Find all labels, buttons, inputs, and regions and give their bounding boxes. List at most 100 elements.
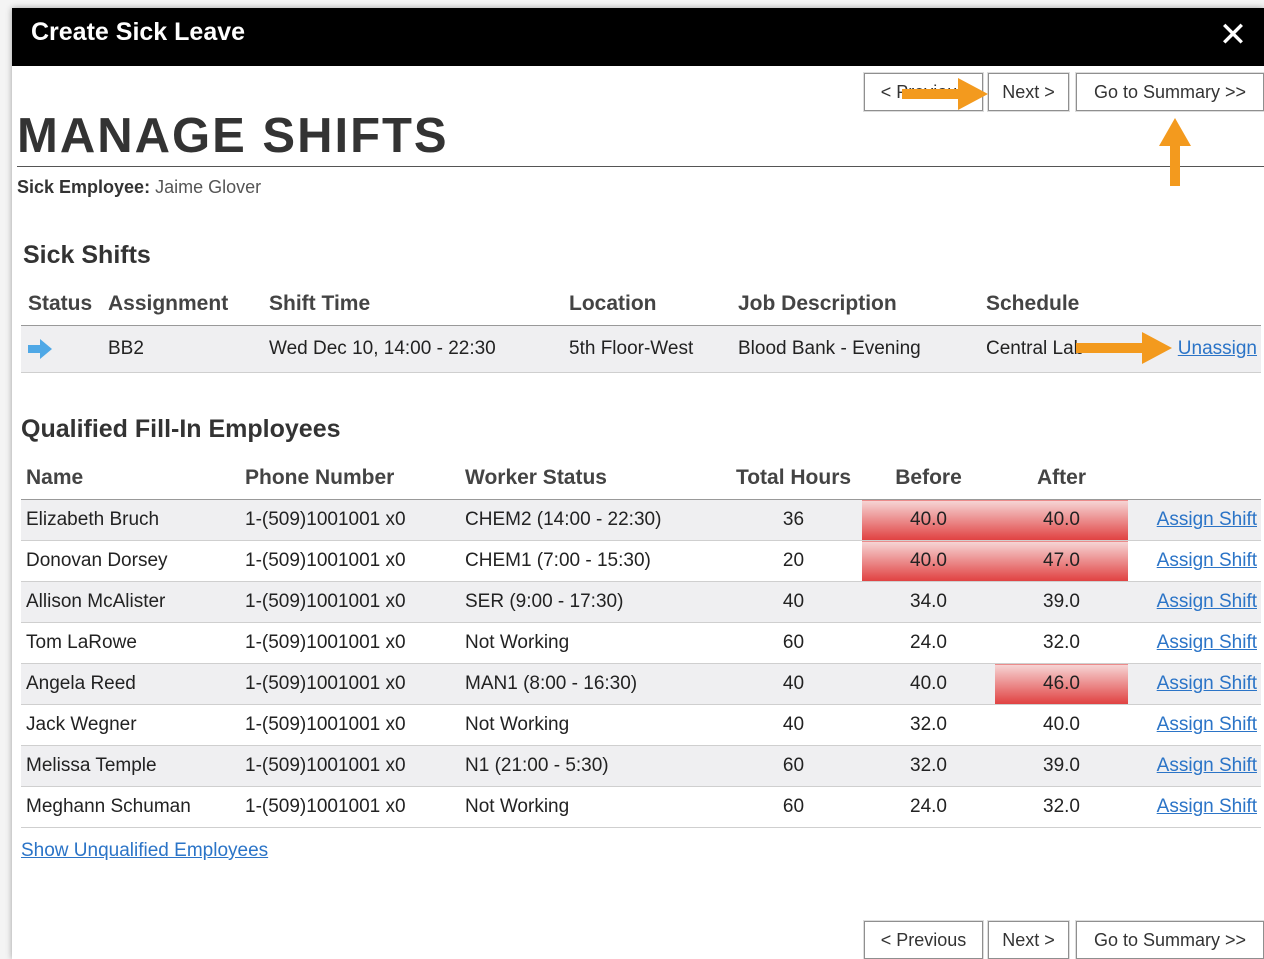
after-cell: 32.0	[995, 622, 1128, 664]
job-description-cell: Blood Bank - Evening	[738, 325, 986, 373]
action-cell: Assign Shift	[1128, 704, 1261, 746]
unassign-link[interactable]: Unassign	[1178, 338, 1257, 359]
worker-status-cell: Not Working	[465, 704, 725, 746]
show-unqualified-employees-link[interactable]: Show Unqualified Employees	[21, 840, 268, 862]
assignment-cell: BB2	[108, 325, 269, 373]
before-cell: 32.0	[862, 704, 995, 746]
assign-shift-link[interactable]: Assign Shift	[1157, 591, 1257, 612]
name-cell: Tom LaRowe	[21, 622, 245, 664]
table-row: Donovan Dorsey 1-(509)1001001 x0 CHEM1 (…	[21, 540, 1261, 582]
assign-shift-link[interactable]: Assign Shift	[1157, 550, 1257, 571]
go-to-summary-button-top[interactable]: Go to Summary >>	[1076, 73, 1264, 111]
title-divider	[17, 166, 1264, 167]
action-cell: Assign Shift	[1128, 540, 1261, 582]
sick-employee-name: Jaime Glover	[155, 177, 262, 197]
close-icon[interactable]: ✕	[1217, 17, 1249, 53]
page-title: MANAGE SHIFTS	[17, 109, 449, 163]
total-hours-cell: 40	[725, 581, 862, 623]
worker-status-cell: CHEM1 (7:00 - 15:30)	[465, 540, 725, 582]
assign-shift-link[interactable]: Assign Shift	[1157, 796, 1257, 817]
after-cell: 40.0	[995, 499, 1128, 541]
action-cell: Assign Shift	[1128, 622, 1261, 664]
before-cell: 34.0	[862, 581, 995, 623]
col-worker-status: Worker Status	[465, 457, 725, 500]
after-cell: 39.0	[995, 581, 1128, 623]
worker-status-cell: MAN1 (8:00 - 16:30)	[465, 663, 725, 705]
action-cell: Assign Shift	[1128, 581, 1261, 623]
worker-status-cell: Not Working	[465, 786, 725, 828]
phone-cell: 1-(509)1001001 x0	[245, 581, 465, 623]
annotation-arrow-right-icon	[902, 78, 988, 110]
next-button-top[interactable]: Next >	[988, 73, 1069, 111]
fill-in-table: Name Phone Number Worker Status Total Ho…	[21, 457, 1261, 828]
name-cell: Elizabeth Bruch	[21, 499, 245, 541]
before-cell: 24.0	[862, 622, 995, 664]
table-row: Allison McAlister 1-(509)1001001 x0 SER …	[21, 581, 1261, 623]
name-cell: Angela Reed	[21, 663, 245, 705]
assign-shift-link[interactable]: Assign Shift	[1157, 509, 1257, 530]
name-cell: Meghann Schuman	[21, 786, 245, 828]
worker-status-cell: SER (9:00 - 17:30)	[465, 581, 725, 623]
before-cell: 40.0	[862, 499, 995, 541]
fill-in-header-row: Name Phone Number Worker Status Total Ho…	[21, 457, 1261, 500]
col-status: Status	[21, 283, 108, 326]
phone-cell: 1-(509)1001001 x0	[245, 622, 465, 664]
action-cell: Assign Shift	[1128, 786, 1261, 828]
after-cell: 46.0	[995, 663, 1128, 705]
total-hours-cell: 20	[725, 540, 862, 582]
name-cell: Melissa Temple	[21, 745, 245, 787]
total-hours-cell: 60	[725, 786, 862, 828]
worker-status-cell: Not Working	[465, 622, 725, 664]
name-cell: Allison McAlister	[21, 581, 245, 623]
fill-in-heading: Qualified Fill-In Employees	[21, 415, 341, 443]
col-name: Name	[21, 457, 245, 500]
action-cell: Assign Shift	[1128, 499, 1261, 541]
table-row: Tom LaRowe 1-(509)1001001 x0 Not Working…	[21, 622, 1261, 664]
phone-cell: 1-(509)1001001 x0	[245, 663, 465, 705]
col-job-description: Job Description	[738, 283, 986, 326]
col-location: Location	[569, 283, 738, 326]
phone-cell: 1-(509)1001001 x0	[245, 499, 465, 541]
go-to-summary-button-bottom[interactable]: Go to Summary >>	[1076, 921, 1264, 959]
total-hours-cell: 40	[725, 704, 862, 746]
before-cell: 24.0	[862, 786, 995, 828]
phone-cell: 1-(509)1001001 x0	[245, 745, 465, 787]
status-cell	[21, 325, 108, 373]
sick-shifts-heading: Sick Shifts	[23, 241, 151, 269]
sick-employee-line: Sick Employee: Jaime Glover	[17, 177, 261, 198]
create-sick-leave-dialog: Create Sick Leave ✕ < Previous Next > Go…	[12, 8, 1264, 959]
total-hours-cell: 40	[725, 663, 862, 705]
sick-shifts-header-row: Status Assignment Shift Time Location Jo…	[21, 283, 1261, 326]
annotation-arrow-right-icon	[1076, 332, 1172, 364]
before-cell: 32.0	[862, 745, 995, 787]
name-cell: Jack Wegner	[21, 704, 245, 746]
after-cell: 40.0	[995, 704, 1128, 746]
col-schedule: Schedule	[986, 283, 1146, 326]
previous-button-bottom[interactable]: < Previous	[864, 921, 983, 959]
col-before: Before	[862, 457, 995, 500]
action-cell: Assign Shift	[1128, 745, 1261, 787]
col-shift-time: Shift Time	[269, 283, 569, 326]
col-action	[1146, 283, 1261, 326]
assign-shift-link[interactable]: Assign Shift	[1157, 714, 1257, 735]
after-cell: 39.0	[995, 745, 1128, 787]
col-assignment: Assignment	[108, 283, 269, 326]
assign-shift-link[interactable]: Assign Shift	[1157, 755, 1257, 776]
assign-shift-link[interactable]: Assign Shift	[1157, 632, 1257, 653]
sick-employee-label: Sick Employee:	[17, 177, 151, 197]
before-cell: 40.0	[862, 663, 995, 705]
shift-time-cell: Wed Dec 10, 14:00 - 22:30	[269, 325, 569, 373]
name-cell: Donovan Dorsey	[21, 540, 245, 582]
dialog-title: Create Sick Leave	[31, 18, 246, 46]
col-total-hours: Total Hours	[725, 457, 862, 500]
col-after: After	[995, 457, 1128, 500]
table-row: Jack Wegner 1-(509)1001001 x0 Not Workin…	[21, 704, 1261, 746]
phone-cell: 1-(509)1001001 x0	[245, 704, 465, 746]
col-phone: Phone Number	[245, 457, 465, 500]
assign-shift-link[interactable]: Assign Shift	[1157, 673, 1257, 694]
dialog-titlebar: Create Sick Leave ✕	[12, 8, 1264, 66]
arrow-right-icon	[26, 338, 54, 360]
next-button-bottom[interactable]: Next >	[988, 921, 1069, 959]
after-cell: 32.0	[995, 786, 1128, 828]
col-action	[1128, 457, 1261, 500]
